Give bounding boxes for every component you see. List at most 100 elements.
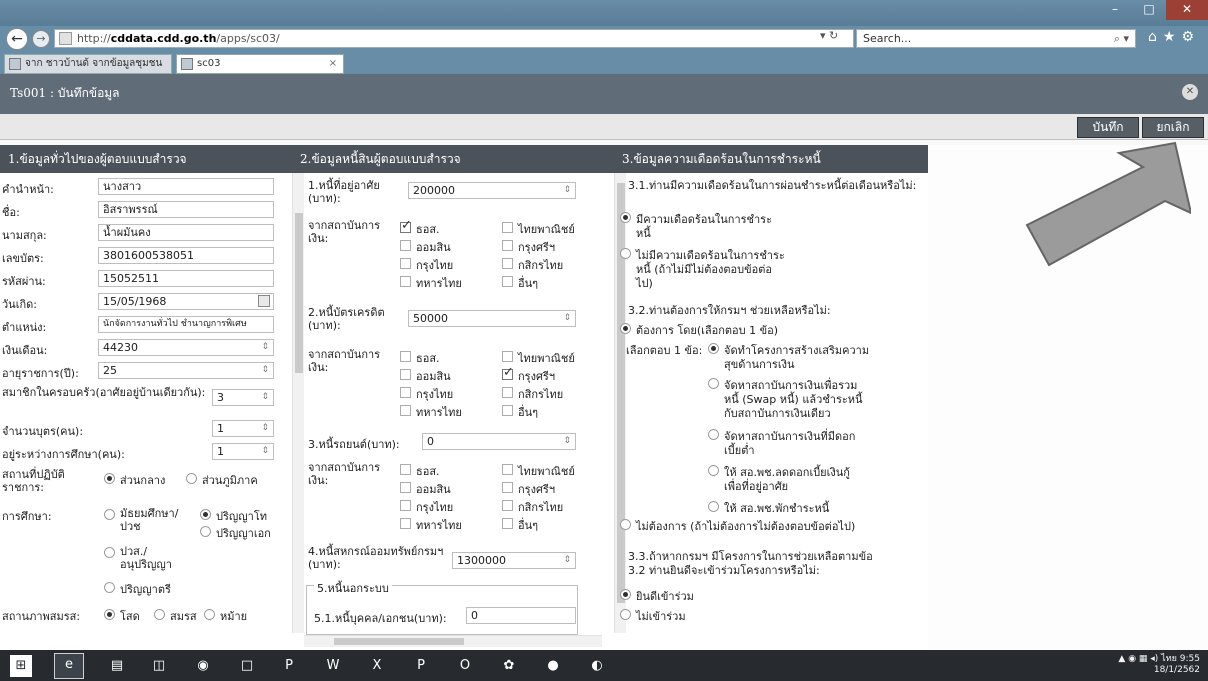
scrollbar[interactable]	[614, 173, 626, 633]
help-option-1-radio[interactable]	[708, 343, 719, 354]
search-input[interactable]: Search... ⌕ ▾	[856, 29, 1136, 48]
forward-icon[interactable]: →	[32, 30, 50, 48]
spinner-icon[interactable]: ⇕	[563, 553, 571, 568]
salary-field[interactable]: 44230 ⇕	[98, 339, 274, 356]
housing-bank-7-checkbox[interactable]	[502, 276, 513, 287]
back-icon[interactable]: ←	[6, 28, 28, 50]
scrollbar-thumb[interactable]	[617, 183, 625, 603]
workplace-regional-radio[interactable]	[186, 473, 197, 484]
car-bank-4-checkbox[interactable]	[400, 500, 411, 511]
housing-bank-4-checkbox[interactable]	[400, 258, 411, 269]
spinner-icon[interactable]: ⇕	[261, 340, 269, 355]
spinner-icon[interactable]: ⇕	[261, 444, 269, 459]
maximize-icon[interactable]: □	[1132, 0, 1166, 20]
credit-bank-7-checkbox[interactable]	[502, 405, 513, 416]
search-icon[interactable]: ⌕ ▾	[1114, 30, 1129, 47]
car-bank-3-checkbox[interactable]	[502, 482, 513, 493]
tab-sc03[interactable]: sc03 ×	[176, 54, 344, 74]
task-view-icon[interactable]: □	[236, 655, 258, 677]
personal-debt-field[interactable]: 0	[466, 607, 576, 624]
toolbar-icons[interactable]: ⌂★⚙	[1148, 29, 1200, 45]
credit-bank-1-checkbox[interactable]	[502, 351, 513, 362]
studying-field[interactable]: 1 ⇕	[212, 443, 274, 460]
car-bank-7-checkbox[interactable]	[502, 518, 513, 529]
birthdate-field[interactable]: 15/05/1968	[98, 293, 274, 310]
scrollbar-thumb[interactable]	[334, 638, 464, 645]
publisher-icon[interactable]: P	[410, 655, 432, 677]
car-bank-5-checkbox[interactable]	[502, 500, 513, 511]
q3-no-radio[interactable]	[620, 609, 631, 620]
windows-start-icon[interactable]: ⊞	[10, 655, 32, 677]
children-field[interactable]: 1 ⇕	[212, 420, 274, 437]
workplace-central-radio[interactable]	[104, 473, 115, 484]
position-field[interactable]: นักจัดการงานทั่วไป ชำนาญการพิเศษ	[98, 316, 274, 333]
id-field[interactable]: 3801600538051	[98, 247, 274, 264]
spinner-icon[interactable]: ⇕	[563, 311, 571, 326]
help-option-3-radio[interactable]	[708, 429, 719, 440]
help-option-5-radio[interactable]	[708, 501, 719, 512]
marital-married-radio[interactable]	[154, 609, 165, 620]
car-bank-1-checkbox[interactable]	[502, 464, 513, 475]
car-bank-2-checkbox[interactable]	[400, 482, 411, 493]
q1-no-radio[interactable]	[620, 248, 631, 259]
media-icon[interactable]: ◐	[586, 655, 608, 677]
edu-diploma-radio[interactable]	[104, 547, 115, 558]
system-tray[interactable]: ▲ ◉ ▦ ◂) ไทย 9:55 18/1/2562	[1118, 654, 1200, 676]
word-icon[interactable]: W	[322, 655, 344, 677]
help-option-4-radio[interactable]	[708, 465, 719, 476]
edu-secondary-radio[interactable]	[104, 509, 115, 520]
help-option-2-radio[interactable]	[708, 378, 719, 389]
housing-bank-5-checkbox[interactable]	[502, 258, 513, 269]
powerpoint-icon[interactable]: P	[278, 655, 300, 677]
chrome-icon[interactable]: ◉	[192, 655, 214, 677]
edu-master-radio[interactable]	[200, 509, 211, 520]
calendar-icon[interactable]	[258, 295, 270, 307]
excel-icon[interactable]: X	[366, 655, 388, 677]
spinner-icon[interactable]: ⇕	[261, 363, 269, 378]
spinner-icon[interactable]: ⇕	[261, 421, 269, 436]
scrollbar-thumb[interactable]	[295, 213, 303, 373]
service-years-field[interactable]: 25 ⇕	[98, 362, 274, 379]
housing-bank-1-checkbox[interactable]	[502, 222, 513, 233]
q2-yes-radio[interactable]	[620, 323, 631, 334]
internet-explorer-icon[interactable]: e	[54, 653, 84, 679]
housing-bank-6-checkbox[interactable]	[400, 276, 411, 287]
save-button[interactable]: บันทึก	[1077, 117, 1139, 138]
outlook-icon[interactable]: O	[454, 655, 476, 677]
housing-bank-2-checkbox[interactable]	[400, 240, 411, 251]
store-icon[interactable]: ◫	[148, 655, 170, 677]
file-explorer-icon[interactable]: ▤	[106, 655, 128, 677]
car-bank-0-checkbox[interactable]	[400, 464, 411, 475]
credit-bank-6-checkbox[interactable]	[400, 405, 411, 416]
close-icon[interactable]: ✕	[1166, 0, 1208, 20]
marital-widowed-radio[interactable]	[204, 609, 215, 620]
paint-icon[interactable]: ✿	[498, 655, 520, 677]
marital-single-radio[interactable]	[104, 609, 115, 620]
tab-community[interactable]: จาก ชาวบ้านด้ จากข้อมูลชุมชน ...	[4, 54, 172, 87]
credit-bank-5-checkbox[interactable]	[502, 387, 513, 398]
credit-bank-0-checkbox[interactable]	[400, 351, 411, 362]
housing-bank-3-checkbox[interactable]	[502, 240, 513, 251]
q3-yes-radio[interactable]	[620, 589, 631, 600]
housing-debt-field[interactable]: 200000 ⇕	[408, 182, 576, 199]
refresh-icon[interactable]: ▾ ↻	[820, 29, 838, 42]
horizontal-scrollbar[interactable]	[304, 635, 602, 647]
minimize-icon[interactable]: –	[1098, 0, 1132, 20]
credit-bank-4-checkbox[interactable]	[400, 387, 411, 398]
name-field[interactable]: อิสราพรรณ์	[98, 201, 274, 218]
password-field[interactable]: 15052511	[98, 270, 274, 287]
car-debt-field[interactable]: 0 ⇕	[422, 433, 576, 450]
credit-debt-field[interactable]: 50000 ⇕	[408, 310, 576, 327]
cancel-button[interactable]: ยกเลิก	[1142, 117, 1204, 138]
q2-no-radio[interactable]	[620, 519, 631, 530]
q1-yes-radio[interactable]	[620, 212, 631, 223]
family-field[interactable]: 3 ⇕	[212, 389, 274, 406]
credit-bank-2-checkbox[interactable]	[400, 369, 411, 380]
spinner-icon[interactable]: ⇕	[563, 183, 571, 198]
scrollbar[interactable]	[292, 173, 304, 633]
spinner-icon[interactable]: ⇕	[261, 390, 269, 405]
spinner-icon[interactable]: ⇕	[563, 434, 571, 449]
title-field[interactable]: นางสาว	[98, 178, 274, 195]
line-app-icon[interactable]: ●	[542, 655, 564, 677]
close-icon[interactable]: ✕	[1182, 84, 1198, 100]
